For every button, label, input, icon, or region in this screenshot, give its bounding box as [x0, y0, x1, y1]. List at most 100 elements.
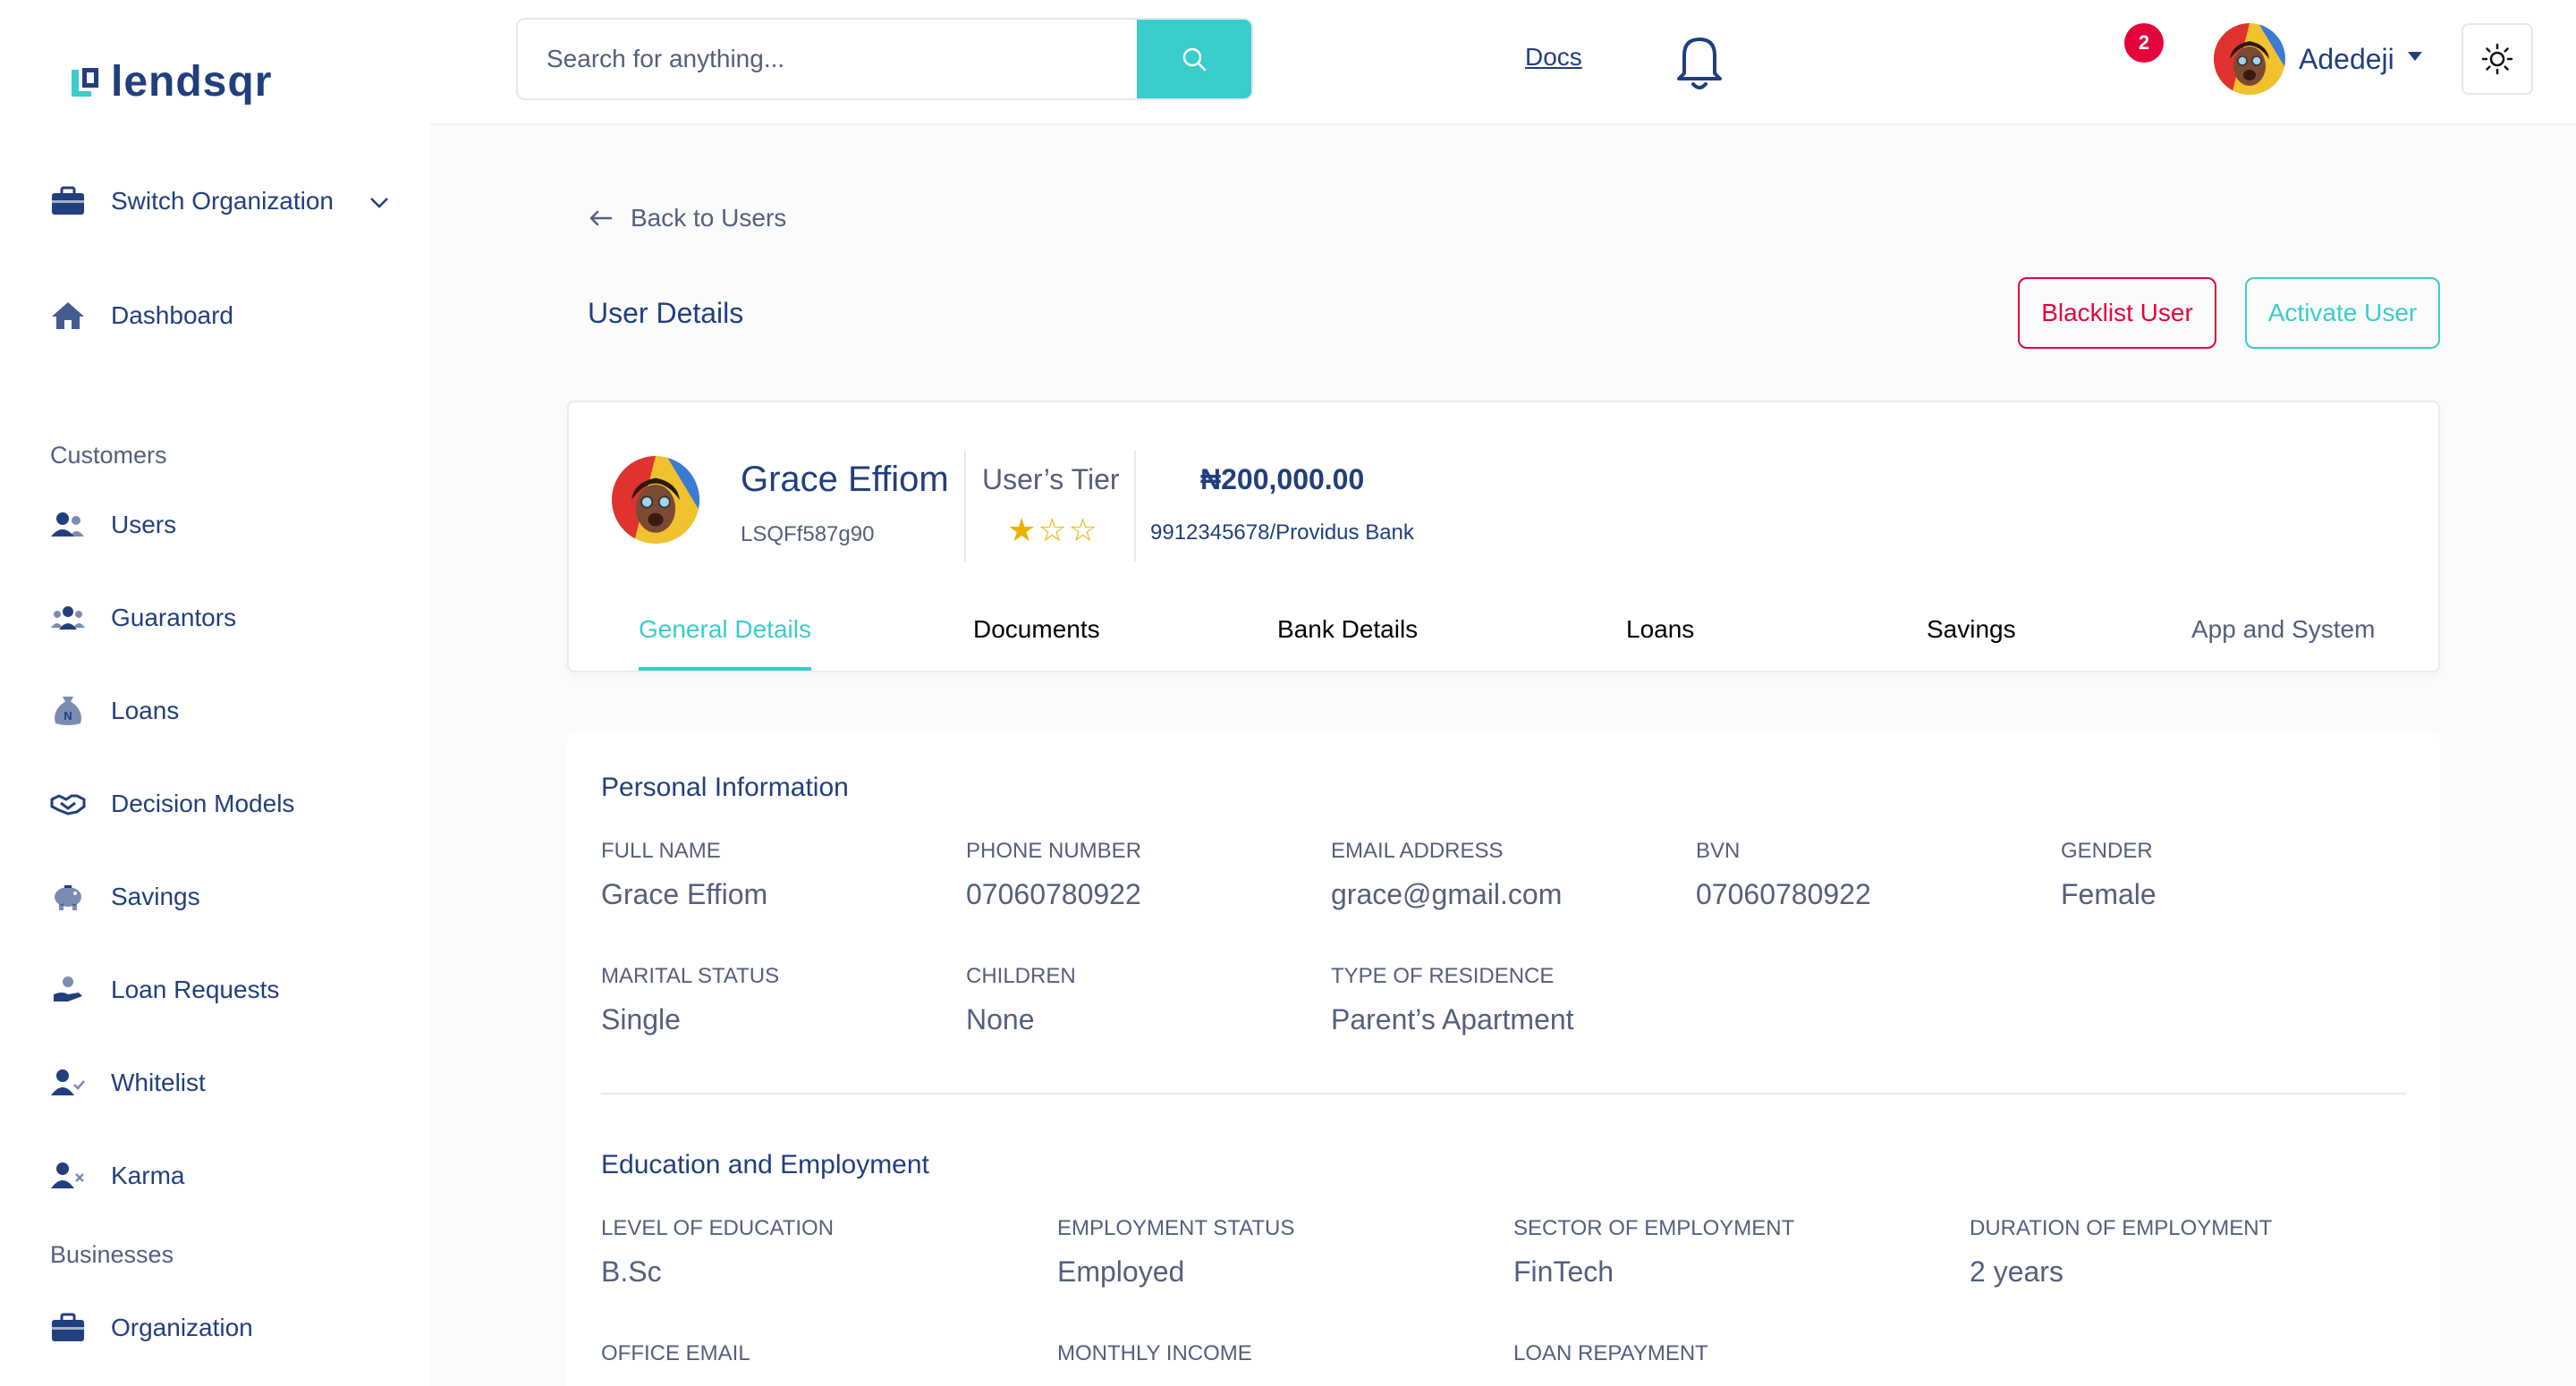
section-businesses: Businesses	[50, 1241, 174, 1268]
field-value: Grace Effiom	[601, 878, 768, 910]
sidebar-item-label: Savings	[111, 883, 200, 910]
user-avatar	[612, 456, 699, 544]
field-value: B.Sc	[601, 1255, 662, 1288]
back-to-users-link[interactable]: Back to Users	[588, 204, 786, 232]
field-label: employment status	[1057, 1216, 1295, 1240]
search-button[interactable]	[1137, 20, 1251, 98]
sidebar-item-label: Organization	[111, 1314, 253, 1341]
piggy-bank-icon	[50, 882, 86, 912]
section-education-employment: Education and Employment	[601, 1150, 929, 1179]
notification-badge: 2	[2124, 23, 2164, 63]
briefcase-icon	[50, 186, 86, 216]
section-personal-information: Personal Information	[601, 773, 849, 802]
sidebar-item-label: Users	[111, 511, 177, 538]
sidebar-item-savings[interactable]: Savings	[50, 882, 200, 912]
sidebar-item-label: Loan Requests	[111, 976, 280, 1003]
sidebar-item-guarantors[interactable]: Guarantors	[50, 603, 236, 633]
field-label: Children	[966, 964, 1076, 988]
notification-button[interactable]	[1668, 25, 1731, 97]
sidebar-item-label: Whitelist	[111, 1069, 206, 1096]
back-label: Back to Users	[631, 204, 787, 232]
tab-bank-details[interactable]: Bank Details	[1277, 613, 1418, 671]
user-name[interactable]: Adedeji	[2299, 43, 2394, 76]
chevron-down-icon	[369, 187, 389, 216]
arrow-left-icon	[589, 210, 613, 226]
tab-loans[interactable]: Loans	[1626, 613, 1694, 671]
loan-request-icon	[50, 975, 86, 1005]
tab-app-and-system[interactable]: App and System	[2191, 613, 2375, 671]
field-label: Gender	[2061, 839, 2153, 863]
home-icon	[50, 300, 86, 331]
field-label: Marital status	[601, 964, 780, 988]
field-value: Employed	[1057, 1255, 1185, 1288]
sidebar-item-label: Decision Models	[111, 790, 295, 817]
user-summary-card: Grace Effiom LSQFf587g90 User’s Tier ★☆☆…	[567, 401, 2440, 672]
tier-label: User’s Tier	[982, 463, 1120, 495]
section-customers: Customers	[50, 442, 167, 469]
field-label: Duration of employment	[1970, 1216, 2273, 1240]
tab-savings[interactable]: Savings	[1927, 613, 2016, 671]
loan-sack-icon: N	[50, 696, 86, 726]
field-value: grace@gmail.com	[1331, 878, 1563, 910]
field-value: FinTech	[1513, 1255, 1614, 1288]
sidebar-item-loans[interactable]: N Loans	[50, 696, 179, 726]
activate-user-button[interactable]: Activate User	[2245, 277, 2440, 349]
general-details-panel: Personal Information Full Name Grace Eff…	[567, 731, 2440, 1386]
search-input[interactable]	[518, 20, 1137, 98]
search-icon	[1182, 47, 1207, 72]
field-label: BVN	[1696, 839, 1741, 863]
divider	[1134, 451, 1136, 562]
field-label: Email Address	[1331, 839, 1504, 863]
field-label: level of education	[601, 1216, 835, 1240]
tier-stars: ★☆☆	[1007, 511, 1099, 548]
field-label: Full Name	[601, 839, 721, 863]
handshake-icon	[50, 789, 86, 819]
section-divider	[601, 1093, 2406, 1094]
switch-organization[interactable]: Switch Organization	[50, 186, 389, 216]
brand-name: lendsqr	[111, 58, 273, 106]
field-label: loan repayment	[1513, 1341, 1708, 1365]
field-label: Monthly income	[1057, 1341, 1252, 1365]
sidebar-item-dashboard[interactable]: Dashboard	[50, 300, 233, 331]
sidebar-item-loan-requests[interactable]: Loan Requests	[50, 975, 279, 1005]
user-tabs: General Details Documents Bank Details L…	[569, 613, 2438, 674]
sidebar-item-decision-models[interactable]: Decision Models	[50, 789, 294, 819]
field-value: 07060780922	[1696, 878, 1871, 910]
sun-icon	[2481, 43, 2513, 75]
bell-icon	[1677, 38, 1722, 89]
field-value: 07060780922	[966, 878, 1141, 910]
field-value: Single	[601, 1003, 681, 1035]
sidebar-item-organization[interactable]: Organization	[50, 1313, 253, 1343]
sidebar-item-label: Loans	[111, 697, 180, 724]
dashboard-label: Dashboard	[111, 301, 233, 329]
sidebar-item-label: Karma	[111, 1162, 185, 1189]
user-check-icon	[50, 1068, 86, 1098]
tab-documents[interactable]: Documents	[973, 613, 1100, 671]
logo[interactable]: lendsqr	[70, 57, 272, 106]
page-title: User Details	[588, 297, 744, 329]
blacklist-user-button[interactable]: Blacklist User	[2018, 277, 2216, 349]
user-id: LSQFf587g90	[741, 522, 875, 546]
field-label: Phone Number	[966, 839, 1142, 863]
lendsqr-logo-icon	[72, 67, 98, 97]
sidebar-item-whitelist[interactable]: Whitelist	[50, 1068, 206, 1098]
field-value: Parent’s Apartment	[1331, 1003, 1574, 1035]
field-label: Type of residence	[1331, 964, 1555, 988]
theme-toggle-button[interactable]	[2462, 23, 2533, 95]
bank-account: 9912345678/Providus Bank	[1150, 520, 1414, 545]
docs-link[interactable]: Docs	[1525, 43, 1582, 72]
switch-org-label: Switch Organization	[111, 187, 335, 215]
users-icon	[50, 510, 86, 540]
guarantors-icon	[50, 603, 86, 633]
avatar[interactable]	[2214, 23, 2285, 95]
field-label: office email	[601, 1341, 750, 1365]
caret-down-icon[interactable]	[2408, 52, 2422, 61]
tab-general-details[interactable]: General Details	[639, 613, 811, 671]
sidebar: lendsqr Switch Organization Dashboard Cu…	[0, 0, 430, 1386]
sidebar-item-karma[interactable]: Karma	[50, 1161, 184, 1191]
search-bar	[516, 18, 1253, 100]
user-full-name: Grace Effiom	[741, 460, 949, 499]
svg-text:N: N	[64, 709, 72, 723]
field-label: sector of employment	[1513, 1216, 1795, 1240]
sidebar-item-users[interactable]: Users	[50, 510, 176, 540]
